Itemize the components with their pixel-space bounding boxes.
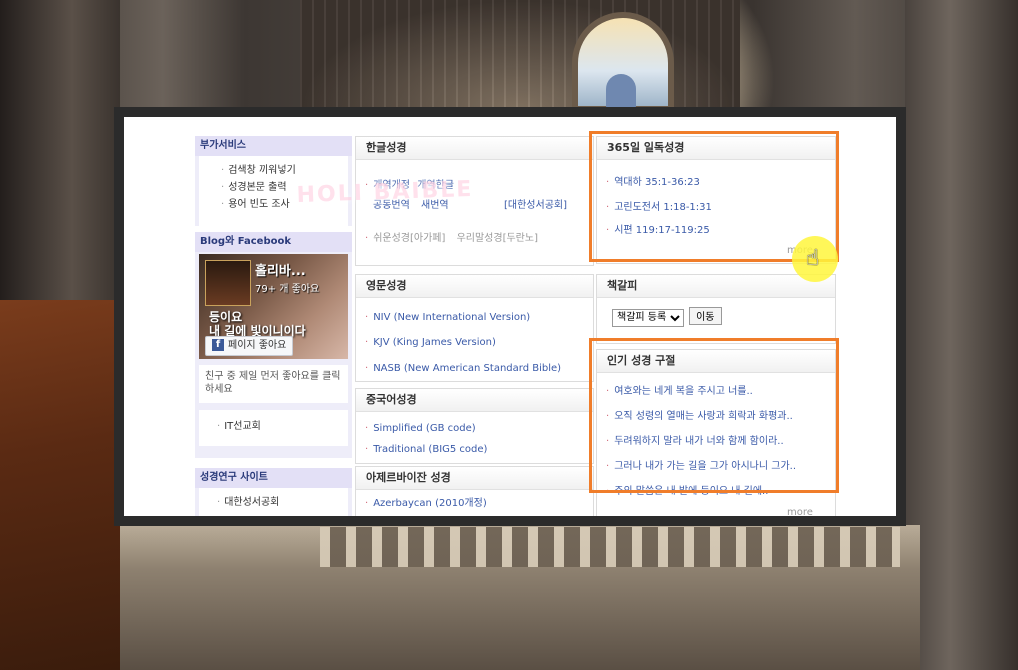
panel-title: 아제르바이잔 성경 <box>356 467 593 490</box>
link-urimal-bible[interactable]: 우리말성경[두란노] <box>457 233 538 244</box>
panel-popular-verses: 인기 성경 구절 · 여호와는 네게 복을 주시고 너를.. · 오직 성령의 열매… <box>596 349 836 516</box>
sidebar-item[interactable]: · 성경본문 출력 <box>221 179 348 196</box>
popular-verse-item[interactable]: 주의 말씀은 내 발에 등이요 내 길에.. <box>614 486 768 497</box>
bookmark-go-button[interactable]: 이동 <box>689 306 722 325</box>
popular-verse-item[interactable]: 두려워하지 말라 내가 너와 함께 함이라.. <box>614 436 783 447</box>
web-page: 부가서비스 · 검색창 끼워넣기 · 성경본문 출력 · 용어 빈도 조사 Blog와… <box>124 117 896 516</box>
panel-title: 365일 일독성경 <box>597 137 835 160</box>
panel-title: 한글성경 <box>356 137 593 160</box>
sidebar-item[interactable]: · 검색창 끼워넣기 <box>221 162 348 179</box>
link-bible-society[interactable]: [대한성서공회] <box>504 197 567 214</box>
link-gongdong[interactable]: 공동번역 <box>373 200 410 211</box>
link-easy-bible[interactable]: 쉬운성경[아가페] <box>373 233 445 244</box>
panel-chinese-bible: 중국어성경 · Simplified (GB code) · Traditional… <box>355 388 594 464</box>
panel-title: 중국어성경 <box>356 389 593 412</box>
background-vaulted-ceiling <box>300 0 740 110</box>
sidebar-link-church[interactable]: · IT선교회 <box>217 418 348 435</box>
link-traditional[interactable]: Traditional (BIG5 code) <box>373 444 487 455</box>
bible-book-image <box>205 260 251 306</box>
popular-verses-more-link[interactable]: more <box>787 507 813 516</box>
link-nasb[interactable]: NASB (New American Standard Bible) <box>373 363 561 374</box>
link-niv[interactable]: NIV (New International Version) <box>373 312 530 323</box>
panel-english-bible: 영문성경 · NIV (New International Version) · K… <box>355 274 594 382</box>
background-right-column <box>905 0 1018 670</box>
bookmark-select[interactable]: 책갈피 등록 <box>612 308 684 327</box>
panel-bookmark: 책갈피 책갈피 등록 이동 <box>596 274 836 344</box>
background-pulpit <box>0 300 130 670</box>
daily-reading-item[interactable]: 시편 119:17-119:25 <box>614 225 710 236</box>
calligraphy-text: 등이요 내 길에 빛이니이다 <box>209 310 306 338</box>
facebook-like-button[interactable]: f 페이지 좋아요 <box>205 336 294 356</box>
link-azerbaycan[interactable]: Azerbaycan (2010개정) <box>373 498 487 509</box>
popular-verse-item[interactable]: 오직 성령의 열매는 사랑과 희락과 화평과.. <box>614 411 793 422</box>
popular-verse-item[interactable]: 여호와는 네게 복을 주시고 너를.. <box>614 386 753 397</box>
screenshot-frame: 부가서비스 · 검색창 끼워넣기 · 성경본문 출력 · 용어 빈도 조사 Blog와… <box>114 107 906 526</box>
link-saebeonyeok[interactable]: 새번역 <box>421 200 449 211</box>
hand-pointer-icon: ☝ <box>806 246 820 271</box>
sidebar-item[interactable]: · 용어 빈도 조사 <box>221 196 348 213</box>
link-gaeyeok-hangeul[interactable]: 개역한글 <box>417 180 454 191</box>
sidebar-item[interactable]: · 대한성서공회 <box>217 494 348 511</box>
sidebar-services-title: 부가서비스 <box>195 136 352 156</box>
facebook-friend-prompt: 친구 중 제일 먼저 좋아요를 클릭하세요 <box>205 371 341 395</box>
panel-title: 책갈피 <box>597 275 835 298</box>
link-gaeyeok-gaejeong[interactable]: 개역개정 <box>373 180 410 191</box>
bullet-icon: · <box>365 180 369 191</box>
sidebar-research-title: 성경연구 사이트 <box>195 468 352 488</box>
panel-azerbaijani-bible: 아제르바이잔 성경 · Azerbaycan (2010개정) <box>355 466 594 516</box>
panel-title: 영문성경 <box>356 275 593 298</box>
background-balustrade <box>320 527 900 567</box>
facebook-page-name[interactable]: 홀리바... <box>255 260 306 279</box>
facebook-icon: f <box>212 339 224 351</box>
link-simplified[interactable]: Simplified (GB code) <box>373 423 475 434</box>
sidebar-research: 성경연구 사이트 · 대한성서공회 <box>195 468 352 516</box>
popular-verse-item[interactable]: 그러나 내가 가는 길을 그가 아시나니 그가.. <box>614 461 796 472</box>
sidebar-services: 부가서비스 · 검색창 끼워넣기 · 성경본문 출력 · 용어 빈도 조사 <box>195 136 352 226</box>
facebook-page-widget[interactable]: 홀리바... 79+ 개 좋아요 등이요 내 길에 빛이니이다 f 페이지 좋아요 <box>199 254 348 359</box>
daily-reading-item[interactable]: 고린도전서 1:18-1:31 <box>614 202 712 213</box>
panel-title: 인기 성경 구절 <box>597 350 835 373</box>
link-kjv[interactable]: KJV (King James Version) <box>373 337 496 348</box>
panel-korean-bible: 한글성경 · 개역개정 개역한글 공동번역 새번역 [대한성서공회] · 쉬운성경[… <box>355 136 594 266</box>
sidebar-social-title: Blog와 Facebook <box>195 232 352 252</box>
background-statue <box>606 74 636 110</box>
daily-reading-item[interactable]: 역대하 35:1-36:23 <box>614 177 700 188</box>
facebook-like-count: 79+ 개 좋아요 <box>255 284 320 295</box>
bullet-icon: · <box>365 233 369 244</box>
sidebar-social: Blog와 Facebook 홀리바... 79+ 개 좋아요 등이요 내 길에… <box>195 232 352 458</box>
